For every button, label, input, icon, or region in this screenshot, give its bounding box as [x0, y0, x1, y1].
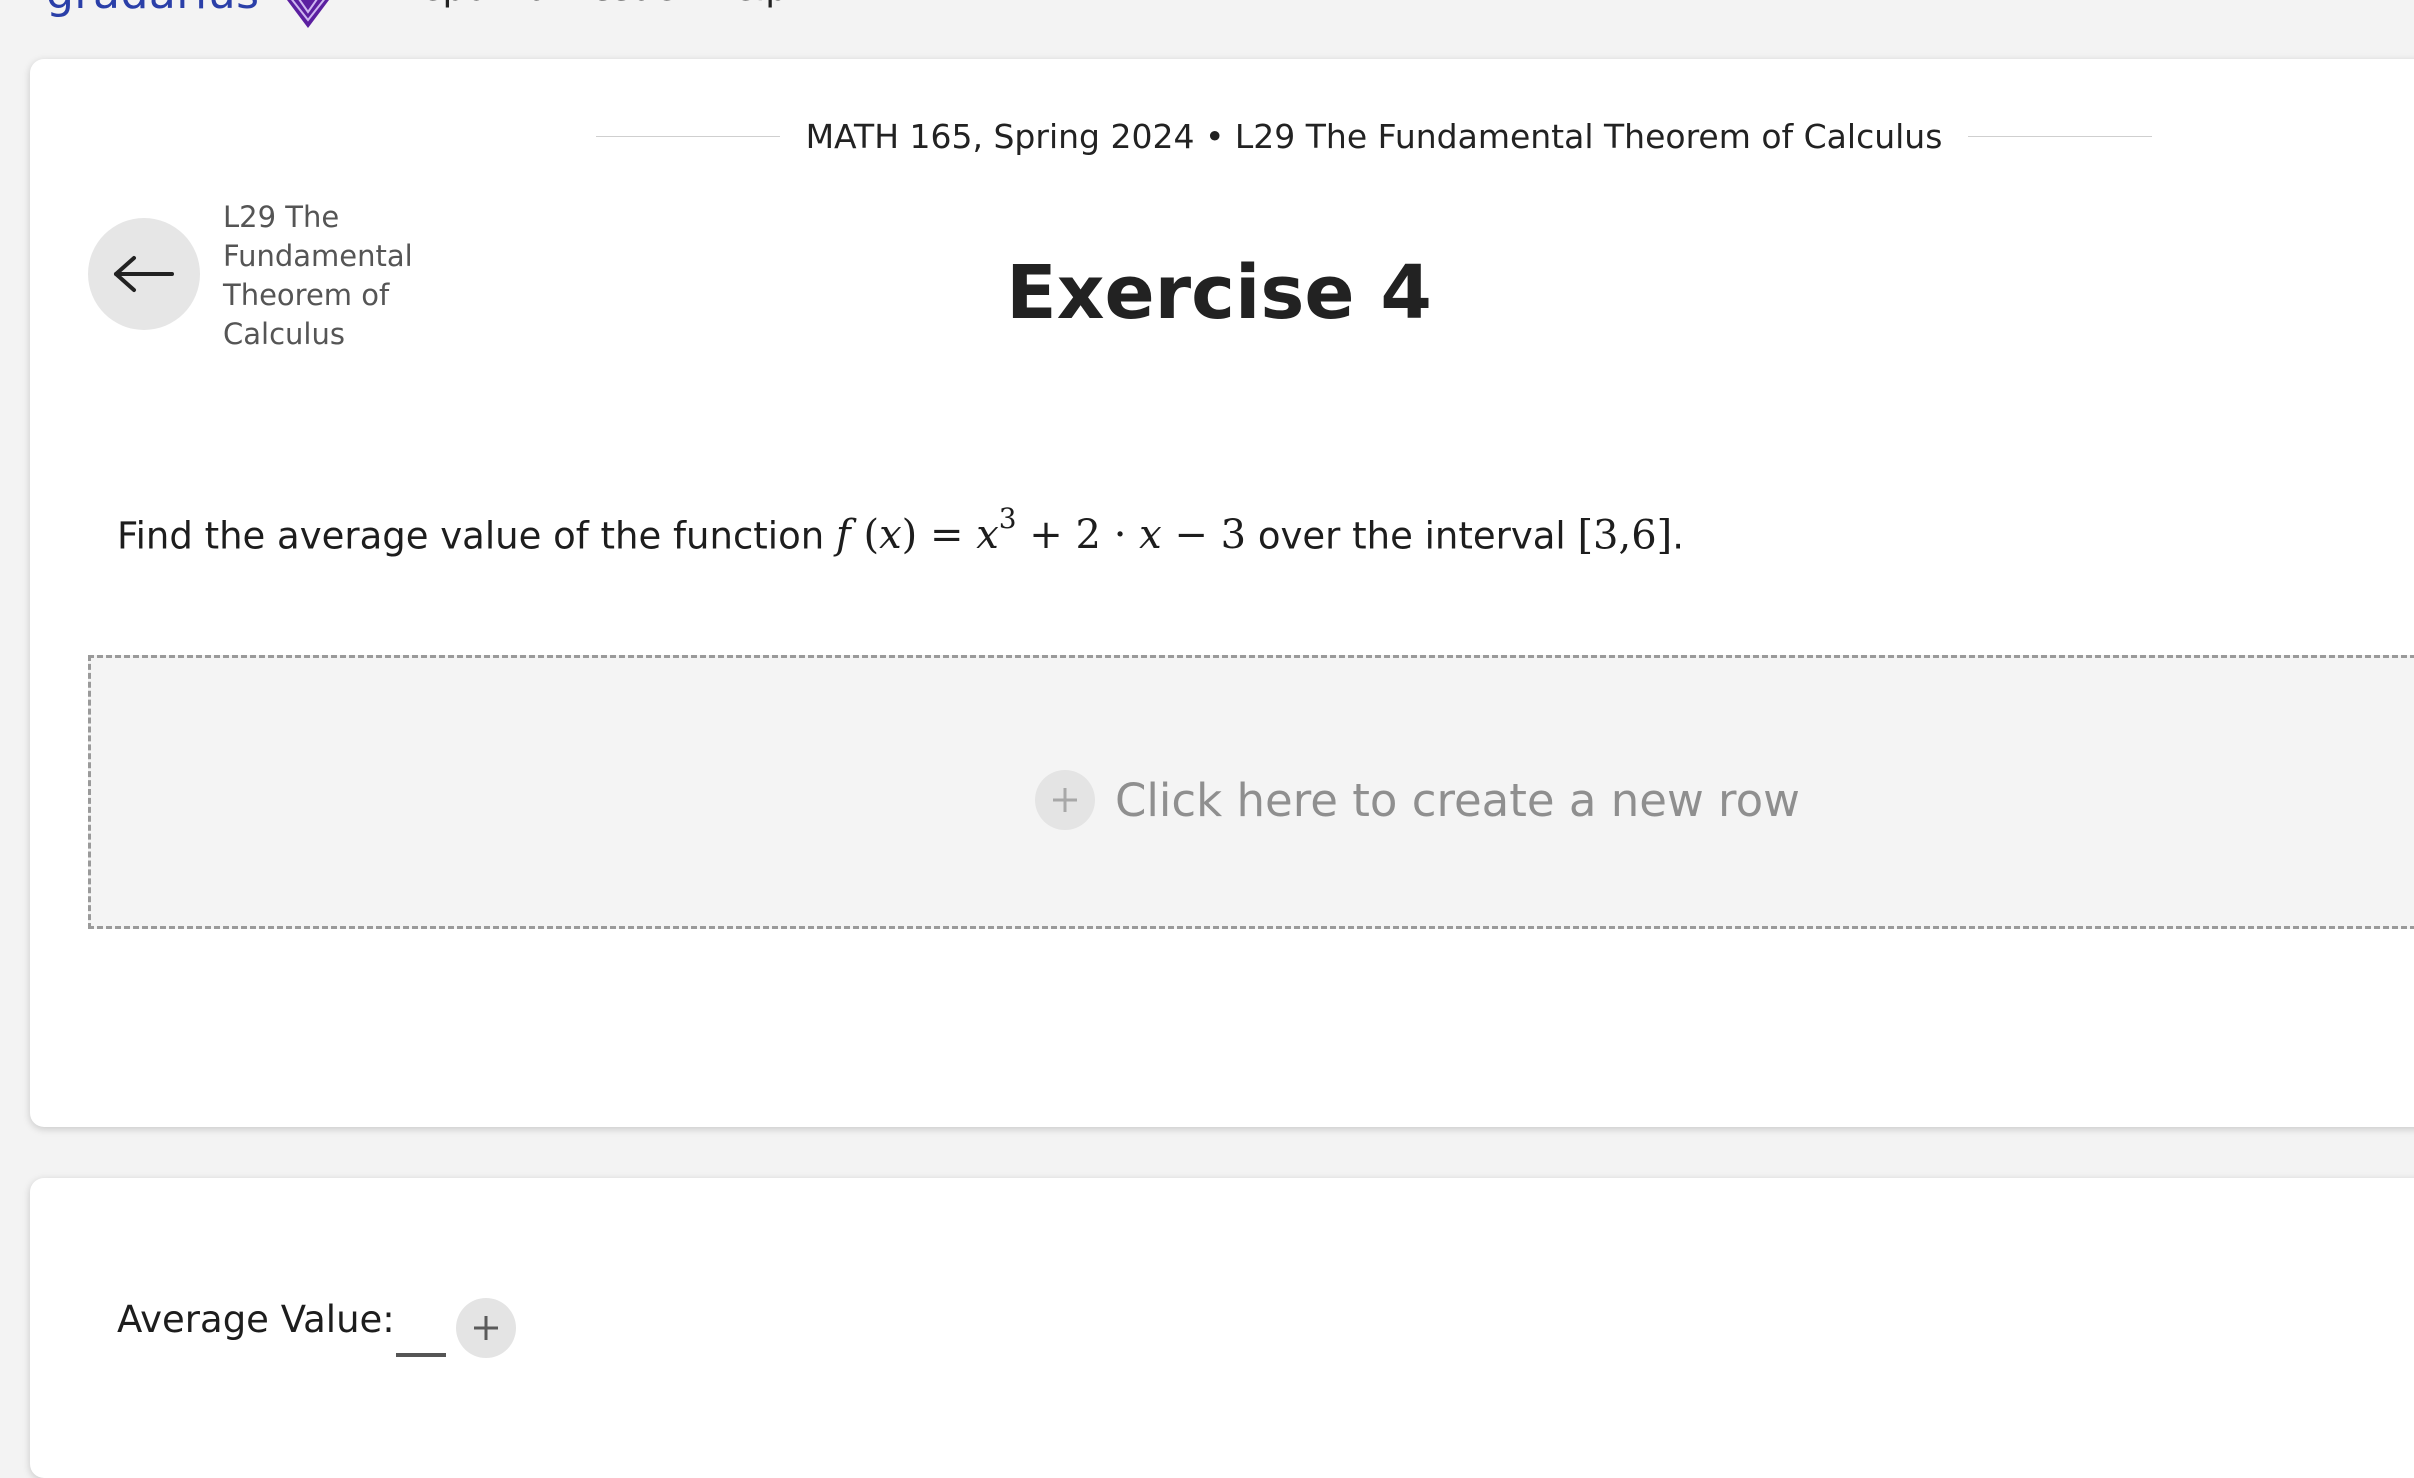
- average-value-label: Average Value:: [117, 1298, 395, 1341]
- exercise-title: Exercise 4: [1006, 250, 1432, 336]
- interval-expression: [3,6]: [1577, 512, 1673, 559]
- top-navigation: gradarius Report an issue Help: [0, 0, 2414, 40]
- breadcrumb-lesson[interactable]: L29 The Fundamental Theorem of Calculus: [1235, 117, 1943, 156]
- breadcrumb-course[interactable]: MATH 165, Spring 2024: [806, 117, 1195, 156]
- breadcrumb-divider-right: [1968, 136, 2152, 137]
- create-new-row-area[interactable]: Click here to create a new row: [88, 655, 2414, 929]
- exercise-prompt: Find the average value of the function f…: [117, 502, 1685, 559]
- prompt-text-after: .: [1672, 514, 1685, 558]
- brand-logo-icon[interactable]: [272, 0, 344, 32]
- add-answer-button[interactable]: [456, 1298, 516, 1358]
- plus-icon[interactable]: [1035, 770, 1095, 830]
- answer-card: Average Value:: [30, 1178, 2414, 1478]
- plus-icon: [474, 1316, 498, 1340]
- prompt-text-before: Find the average value of the function: [117, 514, 836, 558]
- prompt-text-middle: over the interval: [1246, 514, 1578, 558]
- nav-report-issue[interactable]: Report an issue: [397, 0, 677, 9]
- breadcrumb-separator: •: [1194, 117, 1235, 156]
- average-value-input[interactable]: [396, 1353, 446, 1357]
- nav-help[interactable]: Help: [706, 0, 788, 9]
- breadcrumb: MATH 165, Spring 2024 • L29 The Fundamen…: [596, 95, 2152, 177]
- brand-logo-text[interactable]: gradarius: [46, 0, 260, 19]
- function-expression: f (x) = x3 + 2 · x − 3: [835, 502, 1247, 559]
- create-new-row-label[interactable]: Click here to create a new row: [1115, 774, 1800, 827]
